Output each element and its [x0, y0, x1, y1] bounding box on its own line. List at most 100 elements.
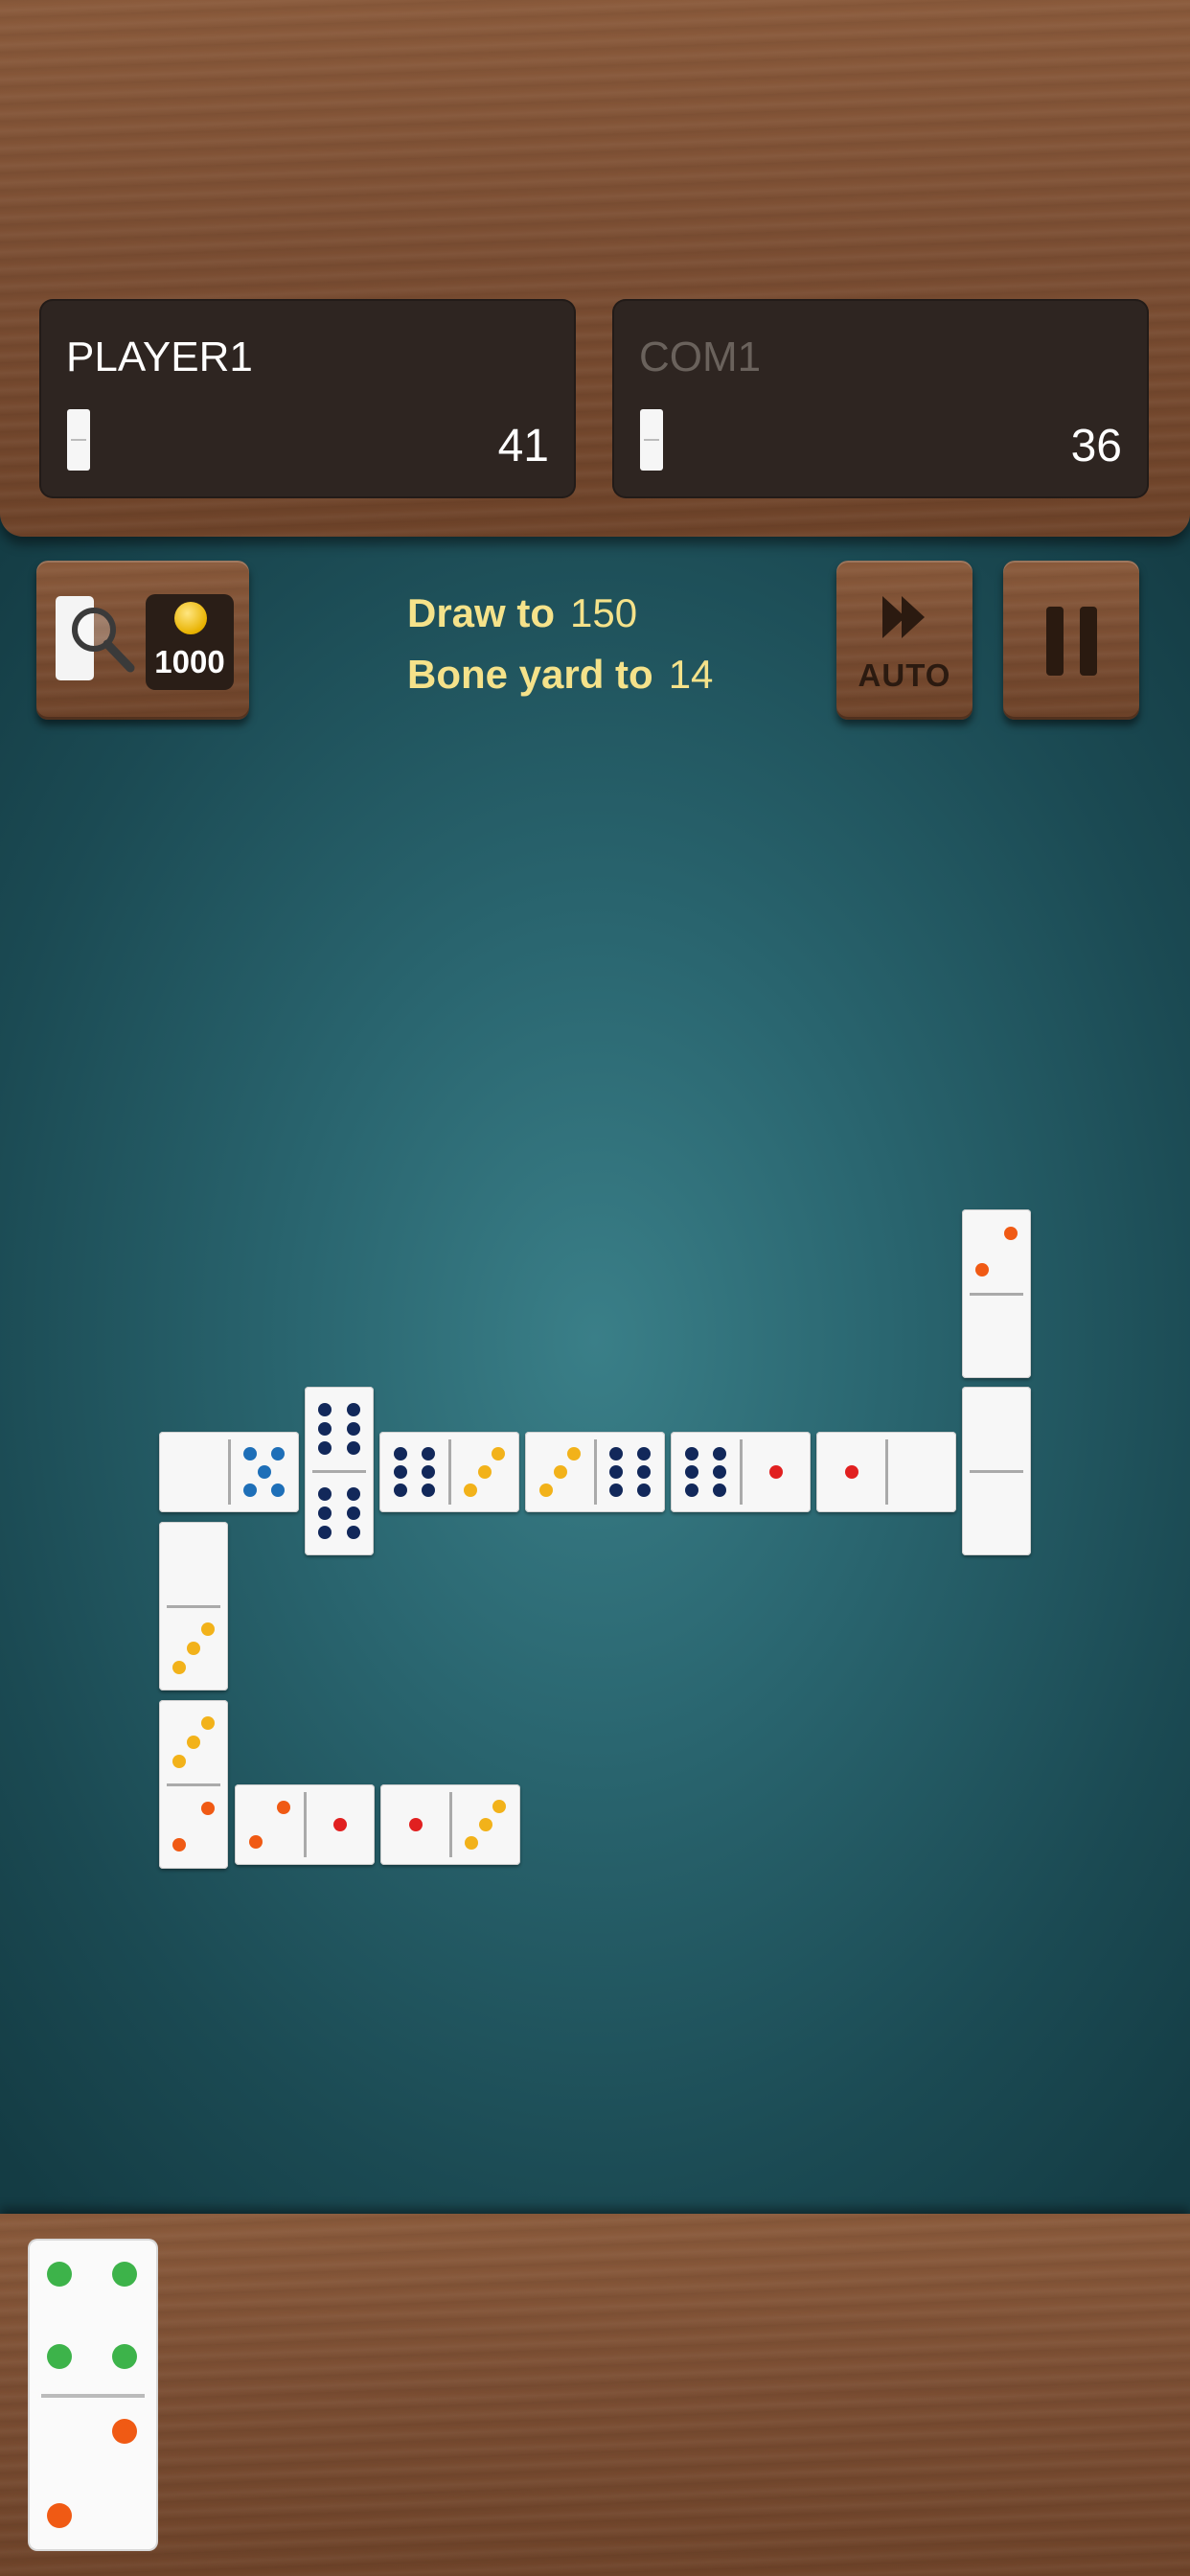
fast-forward-icon — [882, 596, 925, 638]
pip — [408, 1818, 423, 1831]
tile-divider — [312, 1470, 366, 1473]
pip — [248, 1834, 263, 1849]
board-tile — [525, 1432, 665, 1512]
pip — [422, 1484, 436, 1498]
opponent-name: COM1 — [639, 334, 762, 380]
pip — [346, 1486, 360, 1501]
pip — [464, 1836, 478, 1851]
tile-divider — [228, 1439, 231, 1505]
pip — [318, 1402, 332, 1416]
pip — [112, 2419, 137, 2444]
tile-divider — [449, 1792, 452, 1857]
tile-divider — [167, 1605, 220, 1608]
player-score: 41 — [497, 421, 549, 472]
board-tile — [816, 1432, 956, 1512]
pip — [637, 1446, 652, 1460]
pip — [637, 1484, 652, 1498]
pip — [422, 1446, 436, 1460]
pip — [1003, 1226, 1018, 1240]
pip — [257, 1465, 271, 1479]
pip — [637, 1465, 652, 1479]
pip — [200, 1622, 215, 1636]
board-tile — [159, 1432, 299, 1512]
pip — [608, 1446, 623, 1460]
pip — [200, 1715, 215, 1730]
pip — [318, 1422, 332, 1436]
draw-to-text: Draw to 150 — [407, 590, 637, 636]
pip — [567, 1446, 582, 1460]
tile-divider — [970, 1470, 1023, 1473]
pip — [332, 1818, 347, 1831]
pip — [47, 2344, 72, 2369]
pip — [187, 1736, 200, 1749]
opponent-score: 36 — [1070, 421, 1122, 472]
pause-button[interactable] — [1003, 561, 1139, 720]
board-tile — [962, 1387, 1031, 1555]
coin-icon — [174, 602, 207, 634]
pip — [200, 1801, 215, 1815]
pip — [492, 1446, 506, 1460]
pip — [608, 1484, 623, 1498]
pip — [684, 1484, 698, 1498]
pip — [684, 1465, 698, 1479]
pip — [47, 2262, 72, 2287]
pip — [346, 1402, 360, 1416]
tile-divider — [594, 1439, 597, 1505]
opponent-score-panel: COM1 36 — [612, 299, 1149, 498]
pip — [768, 1465, 783, 1479]
coin-counter: 1000 — [146, 594, 234, 690]
pip — [346, 1441, 360, 1456]
pause-icon-bar — [1080, 607, 1097, 676]
pip — [844, 1465, 858, 1479]
boneyard-label: Bone yard to — [407, 652, 653, 697]
pip — [47, 2503, 72, 2528]
auto-label: AUTO — [858, 657, 951, 693]
pip — [393, 1465, 407, 1479]
boneyard-text: Bone yard to 14 — [407, 652, 713, 698]
pip — [346, 1506, 360, 1520]
pip — [242, 1484, 257, 1498]
pip — [172, 1755, 187, 1769]
pip — [318, 1526, 332, 1540]
pause-icon — [1046, 607, 1064, 676]
board-tile — [671, 1432, 811, 1512]
magnifier-icon — [72, 608, 135, 673]
pip — [187, 1642, 200, 1655]
pip — [393, 1484, 407, 1498]
tile-divider — [448, 1439, 451, 1505]
hand-tile[interactable] — [30, 2241, 156, 2549]
player-tile-indicator — [67, 409, 90, 471]
tile-divider — [41, 2394, 145, 2398]
draw-to-value: 150 — [570, 590, 638, 635]
pip — [492, 1799, 507, 1813]
pip — [318, 1506, 332, 1520]
pip — [277, 1801, 291, 1815]
pip — [975, 1263, 990, 1277]
draw-to-label: Draw to — [407, 590, 556, 635]
board-tile — [235, 1784, 375, 1865]
pip — [112, 2262, 137, 2287]
board-tile — [159, 1522, 228, 1690]
pip — [318, 1486, 332, 1501]
pip — [172, 1838, 187, 1852]
player-hand-bar — [0, 2214, 1190, 2576]
pip — [346, 1422, 360, 1436]
player-name: PLAYER1 — [66, 334, 253, 380]
tile-divider — [885, 1439, 888, 1505]
player-score-panel: PLAYER1 41 — [39, 299, 576, 498]
board-tile — [962, 1209, 1031, 1378]
pip — [346, 1526, 360, 1540]
pip — [684, 1446, 698, 1460]
pip — [713, 1465, 727, 1479]
tile-divider — [740, 1439, 743, 1505]
pip — [271, 1446, 286, 1460]
pip — [271, 1484, 286, 1498]
board-tile — [379, 1432, 519, 1512]
coin-value: 1000 — [154, 644, 225, 679]
board-tile — [305, 1387, 374, 1555]
pip — [608, 1465, 623, 1479]
board-tile — [159, 1700, 228, 1869]
board-tile — [380, 1784, 520, 1865]
pip — [477, 1465, 492, 1479]
pip — [112, 2344, 137, 2369]
